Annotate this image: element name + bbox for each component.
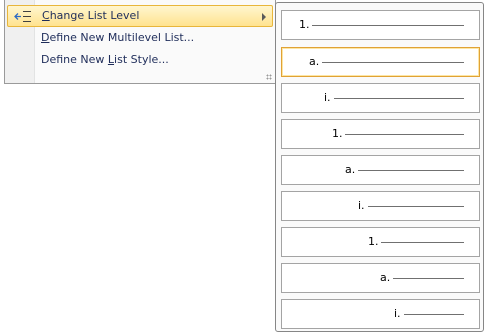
list-level-marker: a.	[309, 55, 320, 68]
list-level-line	[358, 170, 464, 171]
list-level-marker: i.	[358, 199, 365, 212]
list-level-line	[368, 206, 464, 207]
list-level-option-3[interactable]: i.	[281, 83, 480, 113]
list-level-line	[404, 314, 464, 315]
list-level-option-9[interactable]: i.	[281, 299, 480, 329]
list-level-marker: 1.	[299, 18, 310, 31]
list-level-option-8[interactable]: a.	[281, 263, 480, 293]
change-list-level-item[interactable]: Change List Level	[7, 5, 273, 27]
list-level-line	[334, 98, 464, 99]
list-level-marker: a.	[380, 271, 391, 284]
define-new-list-style-item[interactable]: Define New List Style...	[7, 49, 273, 71]
list-level-option-6[interactable]: i.	[281, 191, 480, 221]
list-level-option-1[interactable]: 1.	[281, 10, 480, 40]
list-level-line	[345, 134, 464, 135]
list-level-marker: i.	[324, 91, 331, 104]
change-list-level-label: Change List Level	[42, 9, 140, 22]
define-new-multilevel-list-item[interactable]: Define New Multilevel List...	[7, 27, 273, 49]
list-level-marker: a.	[345, 163, 356, 176]
list-level-option-2[interactable]: a.	[281, 47, 480, 77]
list-level-option-7[interactable]: 1.	[281, 227, 480, 257]
list-level-marker: i.	[394, 307, 401, 320]
define-new-list-style-label: Define New List Style...	[41, 53, 169, 66]
list-level-submenu: 1. a. i. 1. a. i. 1. a. i.	[275, 2, 484, 332]
list-level-option-4[interactable]: 1.	[281, 119, 480, 149]
define-new-multilevel-list-label: Define New Multilevel List...	[41, 31, 195, 44]
list-level-line	[322, 62, 464, 63]
submenu-arrow-icon	[262, 13, 266, 21]
list-level-line	[393, 278, 464, 279]
list-level-line	[381, 242, 464, 243]
context-menu: Change List Level Define New Multilevel …	[4, 0, 276, 84]
list-level-marker: 1.	[368, 235, 379, 248]
change-list-level-icon	[14, 11, 31, 22]
list-level-marker: 1.	[332, 127, 343, 140]
list-level-option-5[interactable]: a.	[281, 155, 480, 185]
resize-grip-icon[interactable]	[266, 74, 272, 80]
list-level-line	[312, 25, 464, 26]
